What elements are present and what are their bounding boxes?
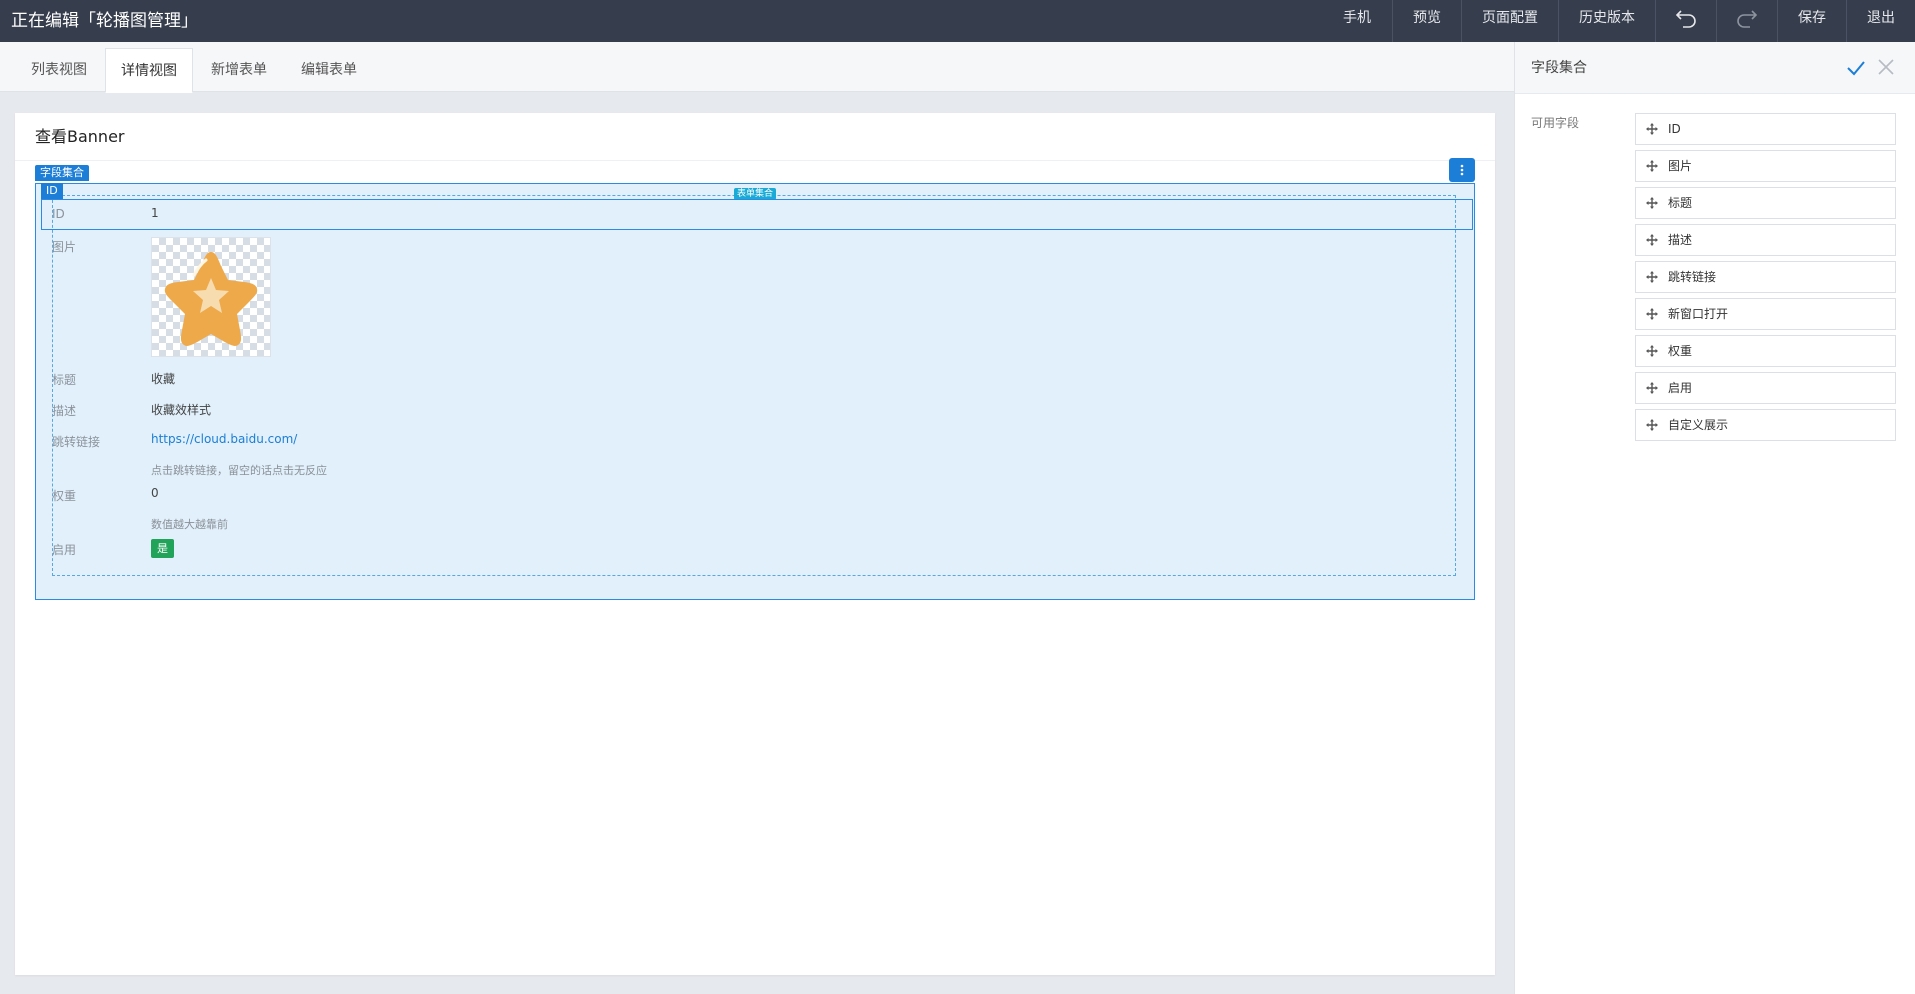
field-item-new-window[interactable]: 新窗口打开 bbox=[1635, 298, 1896, 330]
field-item-id[interactable]: ID bbox=[1635, 113, 1896, 145]
close-icon[interactable] bbox=[1877, 58, 1895, 76]
card-title: 查看Banner bbox=[35, 127, 125, 146]
more-vertical-icon bbox=[1460, 164, 1464, 176]
desc-label: 描述 bbox=[52, 404, 77, 418]
top-bar: 正在编辑「轮播图管理」 手机 预览 页面配置 历史版本 保存 退出 bbox=[0, 0, 1915, 42]
id-value: 1 bbox=[151, 206, 159, 220]
move-icon bbox=[1646, 308, 1658, 320]
link-hint: 点击跳转链接，留空的话点击无反应 bbox=[151, 464, 327, 477]
undo-icon bbox=[1675, 10, 1696, 28]
id-field-selected[interactable] bbox=[41, 199, 1473, 230]
desc-value: 收藏效样式 bbox=[151, 403, 212, 417]
panel-header: 字段集合 bbox=[1515, 42, 1915, 94]
move-icon bbox=[1646, 123, 1658, 135]
move-icon bbox=[1646, 160, 1658, 172]
field-item-enabled[interactable]: 启用 bbox=[1635, 372, 1896, 404]
weight-label: 权重 bbox=[52, 489, 77, 503]
history-button[interactable]: 历史版本 bbox=[1558, 0, 1655, 42]
exit-button[interactable]: 退出 bbox=[1846, 0, 1915, 42]
move-icon bbox=[1646, 197, 1658, 209]
page-title: 正在编辑「轮播图管理」 bbox=[11, 11, 198, 31]
more-button[interactable] bbox=[1449, 158, 1475, 182]
view-tabs: 列表视图 详情视图 新增表单 编辑表单 bbox=[0, 42, 1514, 93]
tab-list-view[interactable]: 列表视图 bbox=[16, 48, 102, 93]
enabled-label: 启用 bbox=[52, 543, 77, 557]
link-label: 跳转链接 bbox=[52, 435, 101, 449]
top-actions: 手机 预览 页面配置 历史版本 保存 退出 bbox=[1322, 0, 1915, 42]
title-value: 收藏 bbox=[151, 372, 176, 386]
move-icon bbox=[1646, 419, 1658, 431]
weight-hint: 数值越大越靠前 bbox=[151, 518, 228, 531]
link-value[interactable]: https://cloud.baidu.com/ bbox=[151, 432, 297, 446]
undo-button[interactable] bbox=[1655, 0, 1716, 42]
banner-image bbox=[151, 237, 271, 357]
save-button[interactable]: 保存 bbox=[1777, 0, 1846, 42]
field-item-link[interactable]: 跳转链接 bbox=[1635, 261, 1896, 293]
tab-add-form[interactable]: 新增表单 bbox=[196, 48, 282, 93]
id-field-tag[interactable]: ID bbox=[41, 183, 63, 199]
enabled-badge: 是 bbox=[151, 539, 174, 558]
field-item-title[interactable]: 标题 bbox=[1635, 187, 1896, 219]
panel-title: 字段集合 bbox=[1531, 60, 1587, 76]
weight-value: 0 bbox=[151, 486, 159, 500]
confirm-check-icon[interactable] bbox=[1846, 58, 1866, 78]
redo-button[interactable] bbox=[1716, 0, 1777, 42]
page-config-button[interactable]: 页面配置 bbox=[1461, 0, 1558, 42]
tab-detail-view[interactable]: 详情视图 bbox=[105, 48, 193, 93]
property-panel: 字段集合 可用字段 ID 图片 标题 描述 跳转链接 新窗口打开 权重 启用 自… bbox=[1514, 42, 1915, 994]
move-icon bbox=[1646, 234, 1658, 246]
field-item-desc[interactable]: 描述 bbox=[1635, 224, 1896, 256]
redo-icon bbox=[1737, 10, 1758, 28]
field-item-image[interactable]: 图片 bbox=[1635, 150, 1896, 182]
field-item-custom[interactable]: 自定义展示 bbox=[1635, 409, 1896, 441]
field-set-tag[interactable]: 字段集合 bbox=[35, 165, 89, 181]
tab-edit-form[interactable]: 编辑表单 bbox=[286, 48, 372, 93]
id-label: ID bbox=[52, 207, 65, 221]
detail-card: 查看Banner 字段集合 表单集合 ID ID 1 图片 标题 收藏 描述 收… bbox=[15, 113, 1495, 975]
field-set-container[interactable]: 表单集合 ID ID 1 图片 标题 收藏 描述 收藏效样式 跳转链接 http… bbox=[35, 183, 1475, 600]
mobile-button[interactable]: 手机 bbox=[1322, 0, 1392, 42]
title-label: 标题 bbox=[52, 373, 77, 387]
move-icon bbox=[1646, 382, 1658, 394]
preview-button[interactable]: 预览 bbox=[1392, 0, 1461, 42]
editor-area: 列表视图 详情视图 新增表单 编辑表单 查看Banner 字段集合 表单集合 I… bbox=[0, 42, 1514, 994]
field-item-weight[interactable]: 权重 bbox=[1635, 335, 1896, 367]
move-icon bbox=[1646, 345, 1658, 357]
star-icon bbox=[164, 252, 258, 346]
move-icon bbox=[1646, 271, 1658, 283]
image-label: 图片 bbox=[52, 240, 77, 254]
available-fields-label: 可用字段 bbox=[1531, 116, 1580, 130]
card-header: 查看Banner bbox=[15, 113, 1495, 161]
